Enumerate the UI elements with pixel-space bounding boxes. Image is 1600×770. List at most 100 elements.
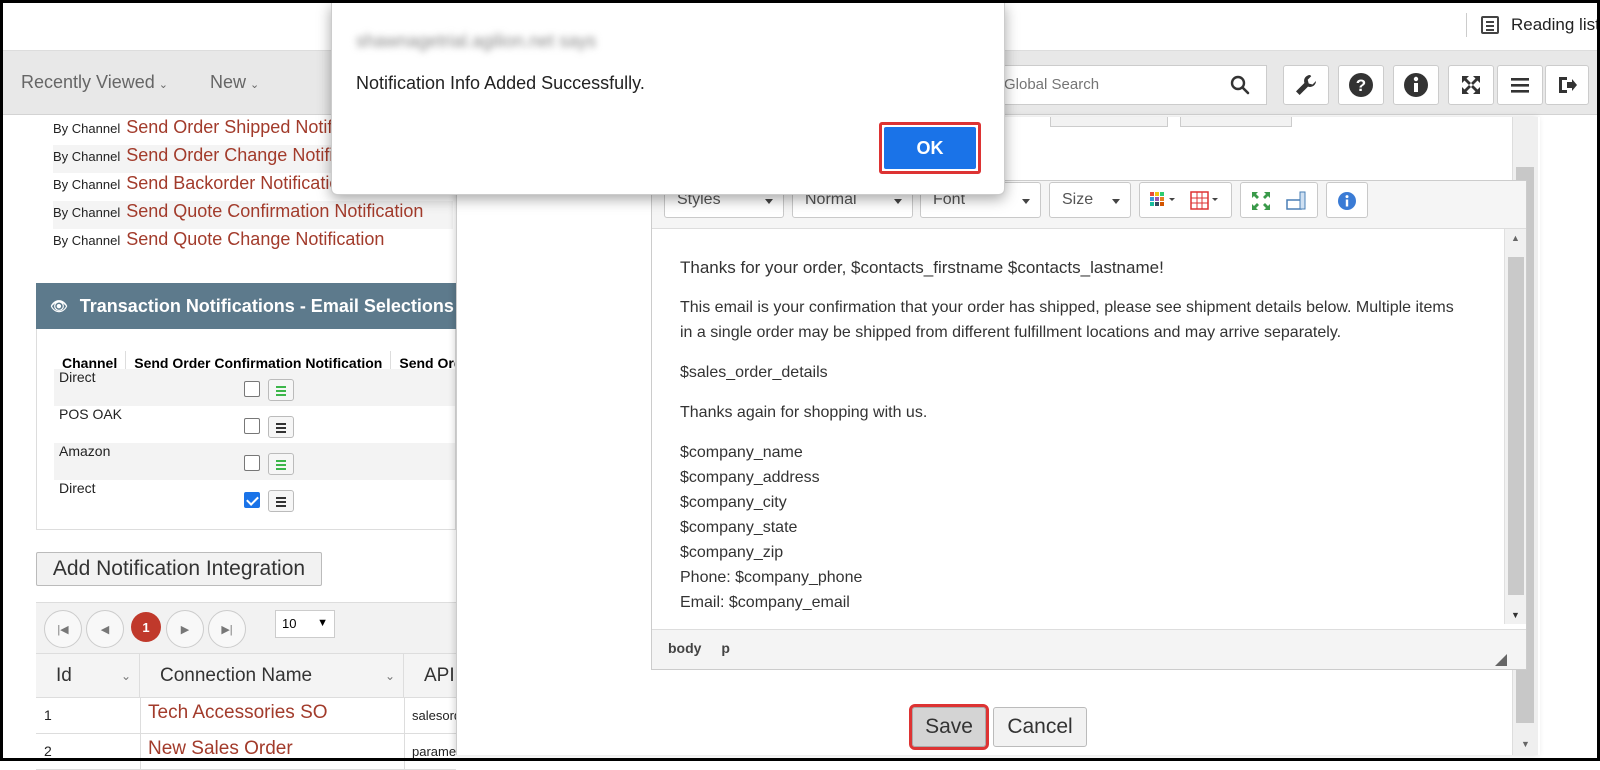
signature-line: $company_state (680, 519, 798, 536)
by-channel-prefix: By Channel (53, 121, 121, 136)
notification-link[interactable]: Send Quote Change Notification (126, 229, 384, 250)
notification-checkbox[interactable] (244, 418, 260, 434)
global-search-box (989, 65, 1267, 105)
cell-divider (140, 734, 141, 769)
ok-button[interactable]: OK (879, 122, 981, 174)
chevron-down-icon: ⌄ (158, 79, 168, 91)
menu-button[interactable] (1497, 65, 1543, 105)
by-channel-prefix: By Channel (53, 233, 121, 248)
template-list-button[interactable] (268, 416, 294, 438)
new-menu[interactable]: New ⌄ (210, 72, 259, 93)
logout-icon (1559, 77, 1577, 93)
save-button[interactable]: Save (909, 704, 989, 750)
grid-header: Id ⌄ Connection Name ⌄ API (36, 654, 456, 698)
table-row: POS OAK (54, 406, 455, 443)
template-list-button[interactable] (268, 490, 294, 512)
maximize-icon[interactable] (1251, 191, 1271, 211)
scroll-up-icon[interactable]: ▲ (1511, 233, 1520, 243)
search-icon[interactable] (1230, 75, 1250, 95)
template-list-button[interactable] (268, 379, 294, 401)
element-path-item[interactable]: p (721, 640, 730, 656)
table-row: 1 Tech Accessories SO salesorder (36, 698, 456, 734)
connection-name-link[interactable]: Tech Accessories SO (148, 702, 328, 724)
transaction-notifications-panel: Channel Send Order Confirmation Notifica… (36, 329, 456, 530)
reading-list-button[interactable]: Reading list (1466, 13, 1600, 37)
question-icon: ? (1349, 73, 1373, 97)
chevron-down-icon: ▼ (317, 617, 328, 629)
page-size-select[interactable]: 10 ▼ (275, 610, 335, 638)
notification-checkbox[interactable] (244, 492, 260, 508)
greeting-text: Thanks for your order, $contacts_firstna… (680, 258, 1164, 277)
cancel-button[interactable]: Cancel (993, 707, 1087, 747)
text-color-icon[interactable] (1150, 192, 1180, 210)
info-icon (1404, 73, 1428, 97)
last-page-icon[interactable]: ▶| (208, 610, 246, 648)
recently-viewed-menu[interactable]: Recently Viewed ⌄ (21, 72, 168, 93)
reading-list-label: Reading list (1511, 15, 1600, 34)
signature-block: $company_name $company_address $company_… (680, 440, 1504, 615)
show-blocks-icon[interactable] (1285, 190, 1307, 212)
signature-line: $company_zip (680, 544, 784, 561)
notification-link[interactable]: Send Quote Confirmation Notification (126, 201, 423, 222)
column-header-label: Connection Name (160, 665, 313, 686)
current-page-button[interactable]: 1 (131, 612, 161, 642)
column-header-label: API (424, 665, 455, 686)
channel-name: Direct (59, 480, 96, 496)
first-page-icon[interactable]: |◀ (44, 610, 82, 648)
prev-page-icon[interactable]: ◀ (86, 610, 124, 648)
color-table-group (1139, 182, 1232, 218)
add-notification-integration-button[interactable]: Add Notification Integration (36, 552, 322, 586)
transaction-notifications-header[interactable]: 👁 Transaction Notifications - Email Sele… (36, 283, 456, 329)
next-page-icon[interactable]: ▶ (166, 610, 204, 648)
wrench-icon (1296, 75, 1316, 95)
new-label: New (210, 72, 247, 92)
connection-name-link[interactable]: New Sales Order (148, 738, 293, 760)
toolbar-button[interactable] (1050, 117, 1168, 127)
by-channel-prefix: By Channel (53, 205, 121, 220)
size-dropdown[interactable]: Size (1049, 182, 1131, 218)
confirmation-paragraph: This email is your confirmation that you… (680, 299, 1454, 341)
cell-divider (404, 698, 405, 733)
editor-content[interactable]: Thanks for your order, $contacts_firstna… (652, 229, 1504, 624)
column-header-id[interactable]: Id ⌄ (36, 654, 140, 698)
element-path-item[interactable]: body (668, 640, 701, 656)
template-list-button[interactable] (268, 453, 294, 475)
toolbar-button[interactable] (1180, 117, 1292, 127)
eye-icon: 👁 (50, 297, 68, 314)
svg-text:?: ? (1356, 76, 1366, 95)
by-channel-prefix: By Channel (53, 149, 121, 164)
notification-checkbox[interactable] (244, 455, 260, 471)
table-row: Direct (54, 480, 455, 517)
settings-wrench-button[interactable] (1283, 65, 1329, 105)
recently-viewed-label: Recently Viewed (21, 72, 155, 92)
about-group (1326, 182, 1368, 218)
row-api: parameters (412, 744, 456, 759)
editor-scrollbar[interactable]: ▲ ▼ (1504, 229, 1526, 624)
scrollbar-thumb[interactable] (1508, 257, 1524, 595)
scroll-down-icon[interactable]: ▼ (1521, 739, 1530, 749)
list-item: By Channel Send Quote Confirmation Notifi… (53, 201, 453, 229)
help-button[interactable]: ? (1338, 65, 1384, 105)
table-icon[interactable] (1190, 191, 1224, 211)
view-tools-group (1240, 182, 1318, 218)
notification-checkbox[interactable] (244, 381, 260, 397)
grid-pager: |◀ ◀ 1 ▶ ▶| 10 ▼ (36, 602, 456, 654)
info-button[interactable] (1393, 65, 1439, 105)
order-details-token: $sales_order_details (680, 364, 828, 381)
section-title: Transaction Notifications - Email Select… (79, 295, 454, 316)
scroll-down-icon[interactable]: ▼ (1511, 610, 1520, 620)
caret-down-icon (1022, 199, 1030, 204)
signature-line: Email: $company_email (680, 594, 850, 611)
global-search-input[interactable] (1002, 66, 1222, 102)
resize-handle-icon[interactable] (1495, 654, 1507, 666)
row-id: 2 (44, 743, 52, 759)
notification-link[interactable]: Send Backorder Notification (126, 173, 349, 194)
fullscreen-button[interactable] (1448, 65, 1494, 105)
caret-down-icon (765, 199, 773, 204)
column-header-connection-name[interactable]: Connection Name ⌄ (140, 654, 404, 698)
info-icon[interactable] (1337, 191, 1357, 211)
signature-line: Phone: $company_phone (680, 569, 863, 586)
logout-button[interactable] (1545, 65, 1589, 105)
row-api: salesorder (412, 708, 456, 723)
column-header-api[interactable]: API (404, 654, 456, 698)
